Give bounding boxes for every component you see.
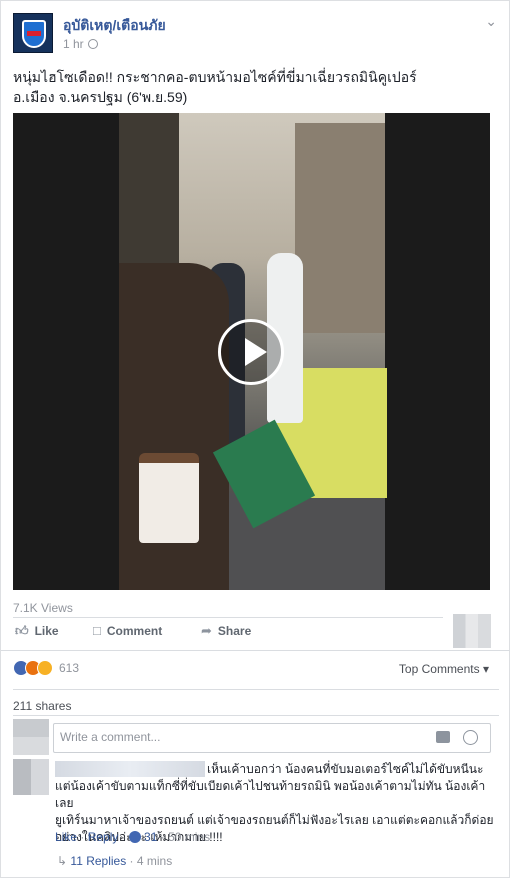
reaction-count: 613 xyxy=(59,661,80,675)
page-avatar[interactable] xyxy=(13,13,53,53)
post-header: อุบัติเหตุ/เตือนภัย 1 hr ⌄ xyxy=(13,13,499,55)
comment-button[interactable]: □ Comment xyxy=(93,623,162,638)
post-timestamp[interactable]: 1 hr xyxy=(63,37,98,51)
share-arrow-icon: ➦ xyxy=(201,623,212,638)
caret-down-icon: ▾ xyxy=(482,662,489,676)
video-player[interactable] xyxy=(13,113,490,590)
view-replies[interactable]: ↳ 11 Replies · 4 mins xyxy=(57,854,172,868)
share-button[interactable]: ➦ Share xyxy=(201,623,251,639)
post-card: อุบัติเหตุ/เตือนภัย 1 hr ⌄ หนุ่มไฮโซเดือ… xyxy=(0,0,510,878)
action-bar: 👍︎ Like □ Comment ➦ Share xyxy=(13,623,499,645)
thumbs-up-icon: 👍︎ xyxy=(15,623,29,638)
camera-icon[interactable] xyxy=(436,731,450,743)
reply-arrow-icon: ↳ xyxy=(57,854,68,868)
comment-time[interactable]: 50 mins xyxy=(168,830,210,844)
comment-input-box[interactable] xyxy=(53,723,491,753)
like-button[interactable]: 👍︎ Like xyxy=(15,623,59,639)
post-text: หนุ่มไฮโซเดือด!! กระชากคอ-ตบหน้ามอไซค์ที… xyxy=(13,69,417,105)
reactions-summary[interactable]: 613 xyxy=(13,660,79,678)
user-avatar xyxy=(13,719,49,755)
view-count: 7.1K Views xyxy=(13,601,73,615)
commenter-avatar[interactable] xyxy=(13,759,49,795)
comment-icon: □ xyxy=(93,623,101,638)
shield-logo-icon xyxy=(22,20,46,48)
page-name[interactable]: อุบัติเหตุ/เตือนภัย xyxy=(63,15,166,37)
like-badge-icon xyxy=(129,831,142,843)
comment-likes[interactable]: 31 xyxy=(129,830,157,844)
comment-reply-link[interactable]: Reply xyxy=(88,830,119,844)
play-button-icon[interactable] xyxy=(218,319,284,385)
wow-reaction-icon xyxy=(37,660,53,676)
comment-meta: Like · Reply · 31 · 50 mins xyxy=(55,830,211,844)
comment-like-link[interactable]: Like xyxy=(55,830,77,844)
top-comments-dropdown[interactable]: Top Comments ▾ xyxy=(399,662,489,676)
share-count[interactable]: 211 shares xyxy=(13,699,71,713)
emoji-icon[interactable] xyxy=(463,730,478,745)
comment-input[interactable] xyxy=(60,730,420,744)
chevron-down-icon[interactable]: ⌄ xyxy=(485,13,497,30)
globe-icon xyxy=(87,39,98,49)
